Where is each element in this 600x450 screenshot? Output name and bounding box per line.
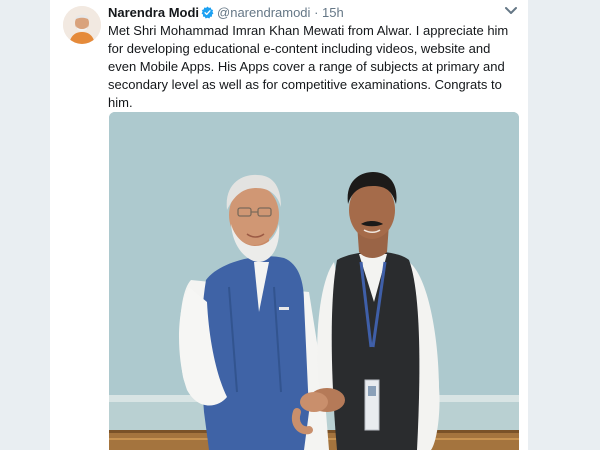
display-name[interactable]: Narendra Modi — [108, 5, 199, 20]
page-margin-right — [528, 0, 600, 450]
avatar[interactable] — [63, 6, 101, 44]
tweet-photo[interactable] — [109, 112, 519, 450]
page-margin-left — [0, 0, 50, 450]
verified-badge-icon — [201, 6, 214, 19]
tweet-header: Narendra Modi @narendramodi · 15h — [108, 4, 344, 22]
tweet-text: Met Shri Mohammad Imran Khan Mewati from… — [108, 23, 509, 110]
chevron-down-icon[interactable] — [504, 6, 518, 16]
tweet-timestamp[interactable]: 15h — [322, 5, 344, 20]
meta-separator: · — [314, 5, 319, 20]
handshake-photo-image — [109, 112, 519, 450]
tweet-card[interactable]: Narendra Modi @narendramodi · 15h Met Shr… — [50, 0, 528, 450]
user-handle[interactable]: @narendramodi — [217, 5, 310, 20]
avatar-image — [63, 6, 101, 44]
